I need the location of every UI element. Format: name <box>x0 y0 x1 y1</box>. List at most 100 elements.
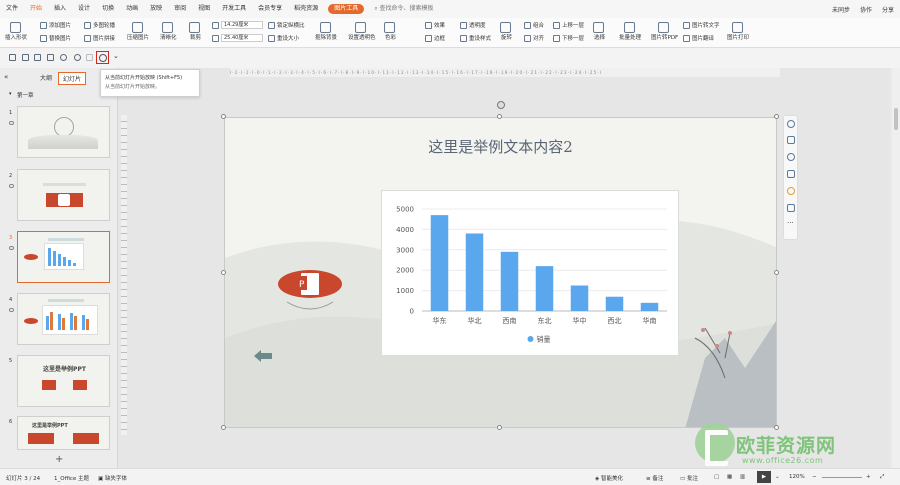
compress-button[interactable]: 压缩图片 <box>127 22 149 41</box>
image-icon[interactable] <box>787 204 795 212</box>
print-button[interactable]: 图片打印 <box>727 22 749 41</box>
collaborate-button[interactable]: 协作 <box>860 5 872 14</box>
slide-thumb-2[interactable] <box>17 169 110 221</box>
effects-button[interactable]: 效果 <box>425 21 445 29</box>
insert-shape-button[interactable]: 插入形状 <box>5 22 27 41</box>
resize-handle[interactable] <box>774 114 779 119</box>
tab-outline[interactable]: 大纲 <box>36 72 56 83</box>
menu-view[interactable]: 视图 <box>192 0 216 18</box>
play-slideshow-button[interactable]: ▶ <box>757 471 771 483</box>
menu-design[interactable]: 设计 <box>72 0 96 18</box>
add-slide-icon[interactable]: + <box>55 454 63 465</box>
normal-view-icon[interactable]: ▢ <box>714 474 719 480</box>
play-options-icon[interactable]: ⌄ <box>775 474 780 480</box>
replace-image-button[interactable]: 替换图片 <box>40 34 71 42</box>
redo-icon[interactable] <box>74 54 81 61</box>
resize-handle[interactable] <box>221 270 226 275</box>
color-button[interactable]: 色彩 <box>384 22 397 41</box>
slide-thumb-1[interactable] <box>17 106 110 158</box>
beautify-button[interactable]: ◈ 智能美化 <box>595 474 623 482</box>
crop-icon[interactable] <box>787 170 795 178</box>
undo-icon[interactable] <box>60 54 67 61</box>
translate-button[interactable]: 图片翻译 <box>683 34 714 42</box>
to-text-button[interactable]: 图片转文字 <box>683 21 720 29</box>
batch-process-button[interactable]: 批量处理 <box>619 22 641 41</box>
align-button[interactable]: 对齐 <box>524 34 544 42</box>
height-value[interactable]: 14.29厘米 <box>221 21 263 29</box>
slide-thumb-5[interactable]: 这里是举例PPT <box>17 355 110 407</box>
menu-review[interactable]: 审阅 <box>168 0 192 18</box>
resize-handle[interactable] <box>221 114 226 119</box>
multi-crop-button[interactable]: 多图轮播 <box>84 21 115 29</box>
save-icon[interactable] <box>9 54 16 61</box>
height-field[interactable]: 14.29厘米 <box>212 21 263 29</box>
reset-style-button[interactable]: 重设样式 <box>460 34 491 42</box>
tab-slides[interactable]: 幻灯片 <box>58 72 87 85</box>
chart-container[interactable]: 0 1000 2000 3000 4000 5000 华东 华北 西南 东北 华中 西北 华南 销量 <box>381 190 679 356</box>
menu-picture-tools[interactable]: 图片工具 <box>328 4 365 14</box>
sharpen-button[interactable]: 清晰化 <box>160 22 177 41</box>
menu-developer[interactable]: 开发工具 <box>216 0 252 18</box>
menu-slideshow[interactable]: 放映 <box>144 0 168 18</box>
more-icon[interactable]: ⌄ <box>113 52 120 60</box>
zoom-icon[interactable] <box>787 153 795 161</box>
add-image-button[interactable]: 添加图片 <box>40 21 71 29</box>
resize-handle[interactable] <box>497 425 502 430</box>
crop-button[interactable]: 裁剪 <box>189 22 202 41</box>
missing-font-button[interactable]: ▣ 缺失字体 <box>98 474 127 482</box>
play-from-current-button[interactable] <box>96 51 109 64</box>
scrollbar-thumb[interactable] <box>894 108 898 130</box>
more-icon[interactable]: ··· <box>787 219 795 227</box>
lock-ratio-checkbox[interactable]: 锁定纵横比 <box>268 21 305 29</box>
slide-title[interactable]: 这里是举例文本内容2 <box>225 136 776 157</box>
reading-view-icon[interactable]: ▥ <box>740 474 745 480</box>
format-painter-icon[interactable] <box>86 54 93 61</box>
resize-handle[interactable] <box>774 270 779 275</box>
image-splice-button[interactable]: 图片拼接 <box>84 34 115 42</box>
resize-handle[interactable] <box>774 425 779 430</box>
back-arrow-icon[interactable] <box>253 349 273 363</box>
slide-thumb-4[interactable] <box>17 293 110 345</box>
set-transparent-button[interactable]: 设置透明色 <box>348 22 376 41</box>
resize-handle[interactable] <box>497 114 502 119</box>
layers-icon[interactable] <box>787 136 795 144</box>
slide-thumb-6[interactable]: 这里是举例PPT <box>17 416 110 450</box>
rotate-handle[interactable] <box>497 101 505 109</box>
notes-button[interactable]: ≡ 备注 <box>646 474 663 482</box>
collapse-icon[interactable] <box>787 120 795 128</box>
vertical-scrollbar[interactable] <box>892 68 900 468</box>
print-icon[interactable] <box>34 54 41 61</box>
cutout-button[interactable]: 抠除背景 <box>315 22 337 41</box>
bring-forward-button[interactable]: 上移一层 <box>553 21 584 29</box>
rotate-button[interactable]: 旋转 <box>500 22 513 41</box>
menu-member[interactable]: 会员专享 <box>252 0 288 18</box>
slide-thumb-3[interactable] <box>17 231 110 283</box>
fit-window-icon[interactable]: ⤢ <box>880 474 884 481</box>
zoom-level[interactable]: 120% <box>789 474 805 480</box>
slide-canvas[interactable]: 这里是举例文本内容2 P 0 1000 2000 3000 4000 5000 华东 华北 西南… <box>224 117 777 428</box>
width-field[interactable]: 25.40厘米 <box>212 34 263 42</box>
width-value[interactable]: 25.40厘米 <box>221 34 263 42</box>
preview-icon[interactable] <box>47 54 54 61</box>
sync-button[interactable]: 未同步 <box>832 5 850 14</box>
menu-transition[interactable]: 切换 <box>96 0 120 18</box>
menu-file[interactable]: 文件 <box>0 0 24 18</box>
send-backward-button[interactable]: 下移一层 <box>553 34 584 42</box>
zoom-slider[interactable] <box>822 477 862 478</box>
sorter-view-icon[interactable]: ▦ <box>727 474 732 480</box>
location-icon[interactable] <box>787 187 795 195</box>
section-collapse-icon[interactable]: ▾ <box>9 91 12 97</box>
comments-button[interactable]: ▭ 批注 <box>680 474 698 482</box>
to-pdf-button[interactable]: 图片转PDF <box>651 22 678 41</box>
reset-size-button[interactable]: 重设大小 <box>268 34 299 42</box>
menu-animation[interactable]: 动画 <box>120 0 144 18</box>
search-box[interactable]: ⌕ 查找命令、搜索模板 <box>368 0 439 18</box>
export-icon[interactable] <box>22 54 29 61</box>
select-button[interactable]: 选择 <box>593 22 606 41</box>
collapse-panel-icon[interactable]: « <box>4 73 8 81</box>
transparency-button[interactable]: 透明度 <box>460 21 486 29</box>
zoom-out-icon[interactable]: − <box>812 474 817 480</box>
share-button[interactable]: 分享 <box>882 5 894 14</box>
resize-handle[interactable] <box>221 425 226 430</box>
group-button[interactable]: 组合 <box>524 21 544 29</box>
